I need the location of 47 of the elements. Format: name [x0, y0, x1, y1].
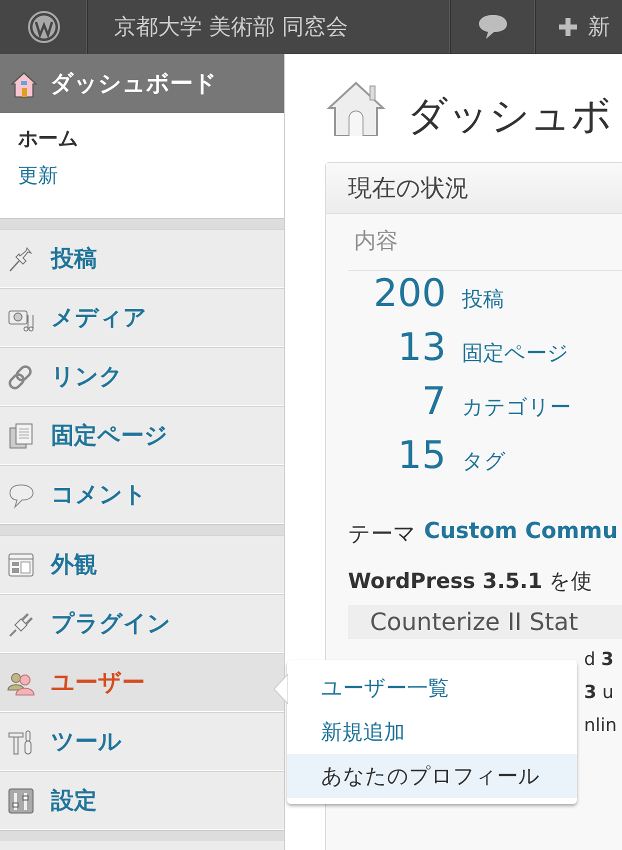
count-label-link[interactable]: 固定ページ	[462, 339, 569, 367]
sidebar-menu-item[interactable]: 投稿	[0, 229, 284, 288]
sidebar-menu-item[interactable]: ユーザー	[0, 653, 284, 712]
new-content-link[interactable]: 新	[588, 12, 610, 42]
theme-label: テーマ	[348, 521, 416, 549]
panel-title: 現在の状況	[348, 173, 469, 204]
menu-label: 固定ページ	[51, 422, 168, 451]
count-link[interactable]: 15	[348, 433, 446, 477]
page-title: ダッシュボ	[407, 96, 612, 136]
menu-label: メディア	[51, 304, 147, 333]
count-link[interactable]: 7	[348, 379, 446, 423]
count-label-link[interactable]: カテゴリー	[462, 393, 571, 421]
stats-text: 3 u	[584, 682, 615, 705]
menu-label: 外観	[51, 551, 97, 580]
sidebar-menu-item[interactable]: 固定ページ	[0, 406, 284, 465]
dashboard-menu-item[interactable]: ダッシュボード	[0, 54, 284, 113]
flyout-menu-item[interactable]: あなたのプロフィール	[287, 754, 577, 798]
version-text: WordPress 3.5.1 を使	[348, 568, 594, 595]
wordpress-logo-icon[interactable]	[26, 10, 60, 44]
sidebar-menu-item[interactable]: メディア	[0, 288, 284, 347]
count-label-link[interactable]: タグ	[462, 447, 506, 475]
menu-label: リンク	[51, 363, 123, 392]
count-link[interactable]: 13	[348, 325, 446, 369]
flyout-menu-item[interactable]: ユーザー一覧	[287, 666, 577, 710]
count-label-link[interactable]: 投稿	[462, 285, 504, 313]
menu-label: ツール	[51, 728, 122, 757]
submenu-link[interactable]: 更新	[18, 162, 266, 189]
site-name-link[interactable]: 京都大学 美術部 同窓会	[114, 12, 348, 42]
submenu-link[interactable]: ホーム	[18, 125, 266, 152]
plugin-title: Counterize II Stat	[370, 608, 578, 636]
flyout-menu-item[interactable]: 新規追加	[287, 710, 577, 754]
menu-label: コメント	[51, 481, 147, 510]
menu-label: 投稿	[51, 245, 97, 274]
theme-link[interactable]: Custom Commu	[424, 519, 618, 549]
menu-label: ユーザー	[51, 669, 145, 698]
count-link[interactable]: 200	[348, 271, 446, 315]
sliders-icon	[6, 786, 36, 816]
comment-icon[interactable]	[476, 12, 510, 42]
stats-text: nlin	[584, 715, 618, 738]
menu-label: 設定	[51, 787, 97, 816]
section-heading: 内容	[353, 228, 399, 256]
menu-label: プラグイン	[51, 610, 171, 639]
sidebar-menu-item[interactable]: ツール	[0, 712, 284, 771]
stats-text: d 3	[584, 649, 615, 672]
plus-icon[interactable]	[558, 17, 578, 37]
sidebar-menu-item[interactable]: 外観	[0, 535, 284, 594]
sidebar-menu-item[interactable]: リンク	[0, 347, 284, 406]
